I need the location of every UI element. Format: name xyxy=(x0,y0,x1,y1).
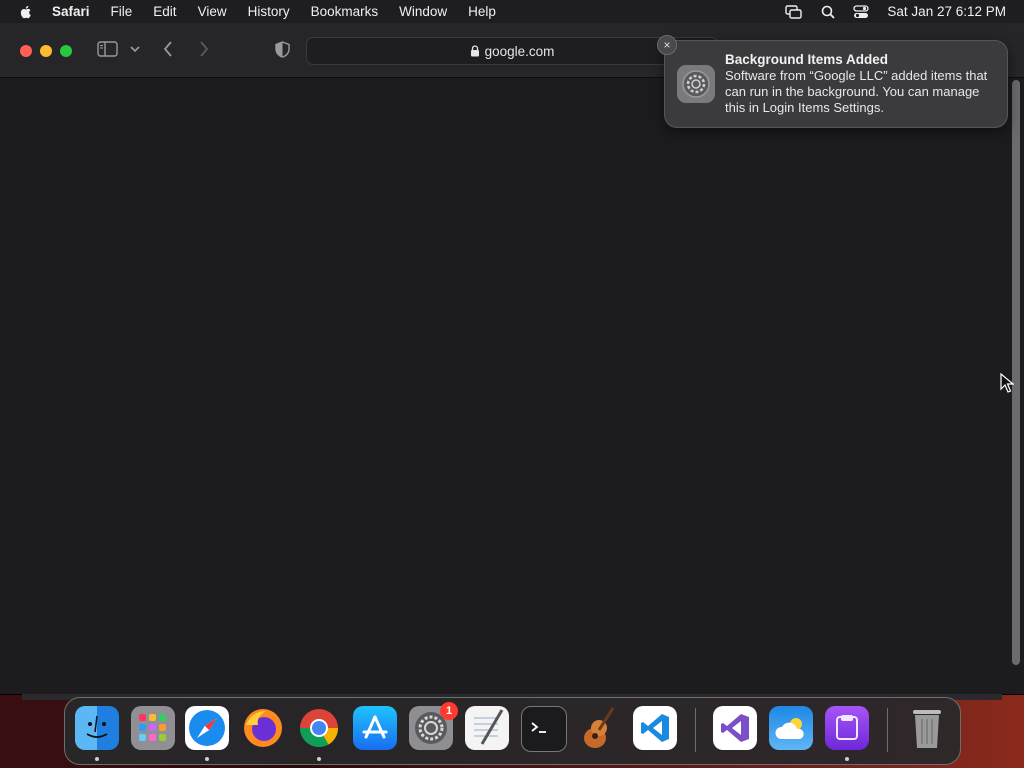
menu-help[interactable]: Help xyxy=(468,4,496,19)
app-store-icon[interactable] xyxy=(353,706,397,750)
safari-icon[interactable] xyxy=(185,706,229,750)
menu-bar: Safari File Edit View History Bookmarks … xyxy=(0,0,1024,23)
apple-menu-icon[interactable] xyxy=(18,4,34,20)
menu-app-name[interactable]: Safari xyxy=(52,4,90,19)
forward-arrow-icon[interactable] xyxy=(199,41,209,57)
notification-body: Software from “Google LLC” added items t… xyxy=(725,68,988,115)
sidebar-toggle-icon[interactable] xyxy=(97,41,118,57)
menu-bar-clock[interactable]: Sat Jan 27 6:12 PM xyxy=(887,4,1006,19)
chrome-icon[interactable] xyxy=(297,706,341,750)
back-arrow-icon[interactable] xyxy=(163,41,173,57)
privacy-shield-icon[interactable] xyxy=(275,41,290,58)
visual-studio-icon[interactable] xyxy=(713,706,757,750)
running-indicator xyxy=(205,757,209,761)
address-text: google.com xyxy=(484,43,555,59)
running-indicator xyxy=(95,757,99,761)
launchpad-icon[interactable] xyxy=(131,706,175,750)
running-indicator xyxy=(845,757,849,761)
window-close-button[interactable] xyxy=(20,45,32,57)
firefox-icon[interactable] xyxy=(241,706,285,750)
garageband-icon[interactable] xyxy=(577,706,621,750)
control-center-icon[interactable] xyxy=(853,4,870,19)
menu-file[interactable]: File xyxy=(111,4,133,19)
textedit-icon[interactable] xyxy=(465,706,509,750)
notification-count-badge: 1 xyxy=(440,702,458,720)
address-bar[interactable]: google.com xyxy=(306,37,718,65)
dock-separator xyxy=(695,708,696,752)
web-content-area[interactable] xyxy=(0,78,1024,694)
menu-bookmarks[interactable]: Bookmarks xyxy=(311,4,379,19)
menu-view[interactable]: View xyxy=(198,4,227,19)
dock xyxy=(64,697,961,765)
notification-close-button[interactable]: × xyxy=(657,35,677,55)
window-minimize-button[interactable] xyxy=(40,45,52,57)
spotlight-search-icon[interactable] xyxy=(821,5,836,19)
menu-window[interactable]: Window xyxy=(399,4,447,19)
trash-icon[interactable] xyxy=(905,706,949,750)
terminal-icon[interactable] xyxy=(521,706,567,752)
window-zoom-button[interactable] xyxy=(60,45,72,57)
chevron-down-icon[interactable] xyxy=(130,46,140,53)
configurator-icon[interactable] xyxy=(825,706,869,750)
mouse-pointer-icon xyxy=(1000,372,1015,398)
screen-mirroring-icon[interactable] xyxy=(785,4,803,19)
running-indicator xyxy=(317,757,321,761)
vscode-icon[interactable] xyxy=(633,706,677,750)
notification-title: Background Items Added xyxy=(725,52,889,67)
menu-bar-status: Sat Jan 27 6:12 PM xyxy=(767,0,1006,23)
dock-separator xyxy=(887,708,888,752)
menu-history[interactable]: History xyxy=(248,4,290,19)
system-settings-gear-icon xyxy=(677,65,715,103)
lock-icon xyxy=(470,45,480,57)
notification-banner[interactable]: × Background Items Added Software from “… xyxy=(657,35,1008,128)
finder-icon[interactable] xyxy=(75,706,119,750)
menu-edit[interactable]: Edit xyxy=(153,4,176,19)
weather-icon[interactable] xyxy=(769,706,813,750)
